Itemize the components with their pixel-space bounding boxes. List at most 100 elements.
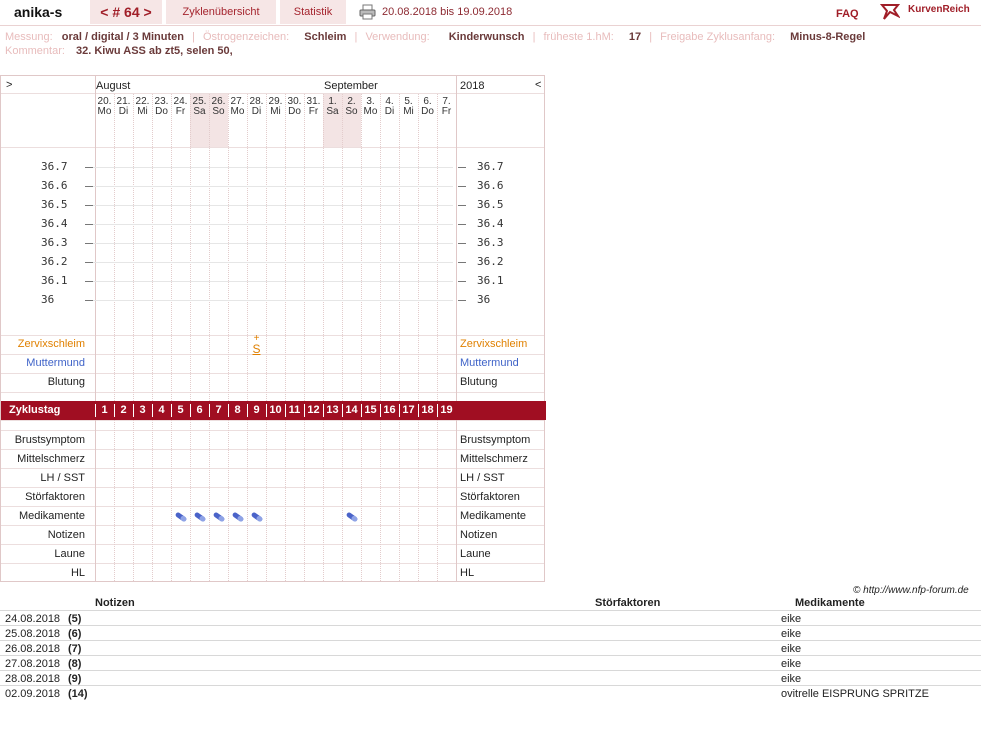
zyklustag-number[interactable]: 6 bbox=[190, 404, 209, 416]
zyklustag-row: Zyklustag 1 2 3 4 5 6 7 8 9 10 11 12 13 14 15 16 17 18 19 bbox=[1, 401, 546, 420]
temp-tick bbox=[85, 243, 93, 244]
table-row: 25.08.2018 (6) eike bbox=[0, 625, 981, 641]
note-cycle-day: (9) bbox=[68, 673, 82, 685]
temp-tick bbox=[458, 281, 466, 282]
date-range: 20.08.2018 bis 19.09.2018 bbox=[382, 6, 513, 18]
row-divider bbox=[1, 449, 544, 450]
oestrogen-value: Schleim bbox=[304, 31, 347, 43]
zyklustag-number[interactable]: 16 bbox=[380, 404, 399, 416]
zyklustag-separator bbox=[152, 404, 153, 417]
zervix-s-plus-mark[interactable]: + S bbox=[247, 334, 266, 356]
note-date: 27.08.2018 bbox=[5, 658, 61, 670]
user-name: anika-s bbox=[14, 4, 63, 20]
chart-nav-prev[interactable]: > bbox=[6, 79, 12, 91]
zyklustag-number[interactable]: 3 bbox=[133, 404, 152, 416]
pill-icon[interactable] bbox=[193, 512, 207, 522]
symptom-label: Mittelschmerz bbox=[17, 453, 85, 465]
row-divider bbox=[1, 420, 544, 421]
weekday-label: Di bbox=[118, 106, 129, 117]
temp-gridline bbox=[89, 167, 453, 168]
printer-icon[interactable] bbox=[359, 4, 376, 20]
note-cycle-day: (6) bbox=[68, 628, 82, 640]
temp-gridline bbox=[89, 224, 453, 225]
zyklustag-number[interactable]: 14 bbox=[342, 404, 361, 416]
kommentar-label: Kommentar: bbox=[5, 45, 65, 57]
table-row: 27.08.2018 (8) eike bbox=[0, 655, 981, 671]
zyklustag-number[interactable]: 1 bbox=[95, 404, 114, 416]
row-divider bbox=[1, 335, 544, 336]
note-date: 02.09.2018 bbox=[5, 688, 61, 700]
symptom-label: Störfaktoren bbox=[25, 491, 85, 503]
separator: | bbox=[532, 31, 536, 43]
day-header: 2. So bbox=[342, 97, 361, 117]
zyklustag-number[interactable]: 13 bbox=[323, 404, 342, 416]
kommentar-value: 32. Kiwu ASS ab zt5, selen 50, bbox=[75, 45, 233, 57]
day-header: 6. Do bbox=[418, 97, 437, 117]
zyklustag-separator bbox=[437, 404, 438, 417]
tab-statistik-label[interactable]: Statistik bbox=[294, 6, 333, 18]
table-row: 28.08.2018 (9) eike bbox=[0, 670, 981, 686]
zyklustag-number[interactable]: 17 bbox=[399, 404, 418, 416]
verwendung-value: Kinderwunsch bbox=[448, 31, 525, 43]
zyklustag-number[interactable]: 11 bbox=[285, 404, 304, 416]
separator: | bbox=[354, 31, 358, 43]
note-date: 25.08.2018 bbox=[5, 628, 61, 640]
temp-tick bbox=[85, 300, 93, 301]
row-divider bbox=[1, 373, 544, 374]
chart-nav-next[interactable]: < bbox=[535, 79, 541, 91]
symptom-label-right: HL bbox=[460, 567, 475, 579]
row-divider bbox=[1, 563, 544, 564]
note-medication: eike bbox=[781, 628, 802, 640]
day-header: 7. Fr bbox=[437, 97, 456, 117]
temp-tick bbox=[458, 262, 466, 263]
zyklustag-number[interactable]: 7 bbox=[209, 404, 228, 416]
cycle-chart: > August September 2018 < 20. Mo 21. Di 22. M… bbox=[0, 75, 546, 582]
row-divider bbox=[1, 506, 544, 507]
temp-tick bbox=[458, 205, 466, 206]
symptom-label-right: Störfaktoren bbox=[460, 491, 520, 503]
tab-zyklenuebersicht-label[interactable]: Zyklenübersicht bbox=[182, 6, 259, 18]
col-header-medikamente: Medikamente bbox=[795, 597, 865, 609]
zyklustag-number[interactable]: 5 bbox=[171, 404, 190, 416]
zyklustag-separator bbox=[361, 404, 362, 417]
zyklustag-separator bbox=[133, 404, 134, 417]
temp-tick bbox=[458, 300, 466, 301]
zyklustag-number[interactable]: 18 bbox=[418, 404, 437, 416]
weekday-label: Mo bbox=[363, 106, 378, 117]
faq-link[interactable]: FAQ bbox=[836, 8, 859, 20]
zyklustag-number[interactable]: 4 bbox=[152, 404, 171, 416]
zyklustag-number[interactable]: 19 bbox=[437, 404, 456, 416]
pill-icon[interactable] bbox=[174, 512, 188, 522]
temp-tick bbox=[85, 262, 93, 263]
pill-icon[interactable] bbox=[231, 512, 245, 522]
zyklustag-number[interactable]: 15 bbox=[361, 404, 380, 416]
temp-label-right: 36.4 bbox=[477, 217, 504, 230]
temp-tick bbox=[85, 167, 93, 168]
weekday-label: Sa bbox=[193, 106, 206, 117]
weekday-label: Fr bbox=[441, 106, 452, 117]
zyklustag-separator bbox=[285, 404, 286, 417]
note-medication: ovitrelle EISPRUNG SPRITZE bbox=[781, 688, 929, 700]
zyklustag-number[interactable]: 10 bbox=[266, 404, 285, 416]
weekday-label: So bbox=[345, 106, 358, 117]
note-cycle-day: (5) bbox=[68, 613, 82, 625]
zyklustag-number[interactable]: 8 bbox=[228, 404, 247, 416]
day-header: 1. Sa bbox=[323, 97, 342, 117]
weekday-label: Do bbox=[421, 106, 434, 117]
tab-zyklenuebersicht[interactable]: Zyklenübersicht bbox=[166, 0, 276, 24]
year-label: 2018 bbox=[460, 80, 485, 92]
note-date: 26.08.2018 bbox=[5, 643, 61, 655]
pill-icon[interactable] bbox=[212, 512, 226, 522]
tab-statistik[interactable]: Statistik bbox=[280, 0, 346, 24]
pill-icon[interactable] bbox=[250, 512, 264, 522]
symptom-label: HL bbox=[70, 567, 85, 579]
row-divider bbox=[1, 487, 544, 488]
cycle-nav-label[interactable]: < # 64 > bbox=[100, 4, 151, 20]
zyklustag-number[interactable]: 2 bbox=[114, 404, 133, 416]
cycle-navigator[interactable]: < # 64 > bbox=[90, 0, 162, 24]
note-cycle-day: (8) bbox=[68, 658, 82, 670]
temp-label-left: 36.4 bbox=[41, 217, 68, 230]
zyklustag-number[interactable]: 12 bbox=[304, 404, 323, 416]
pill-icon[interactable] bbox=[345, 512, 359, 522]
zyklustag-number[interactable]: 9 bbox=[247, 404, 266, 416]
